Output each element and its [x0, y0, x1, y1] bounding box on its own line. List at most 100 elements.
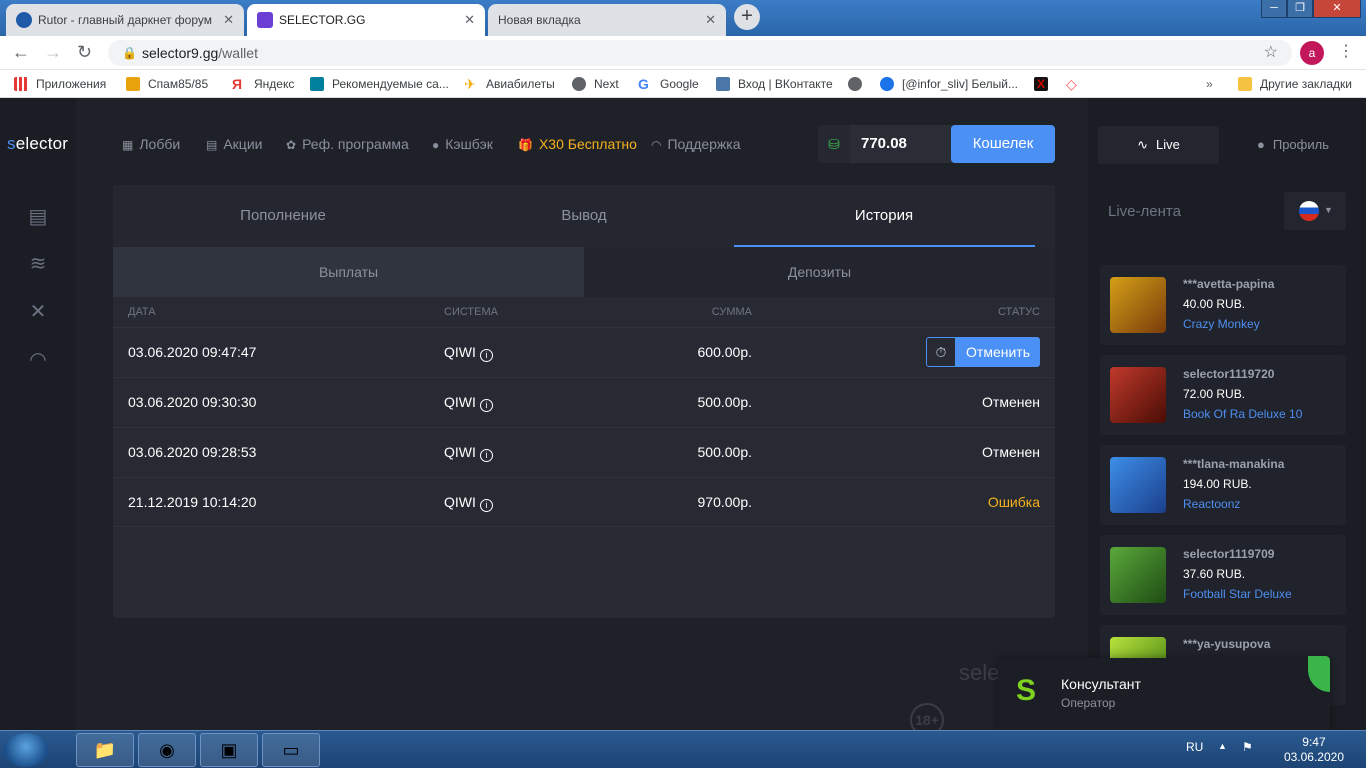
profile-button[interactable]: ● Профиль [1228, 126, 1358, 164]
back-arrow-icon[interactable]: ← [12, 42, 30, 63]
bing-icon [310, 77, 324, 91]
close-tab-icon[interactable]: ✕ [223, 12, 234, 28]
headset-icon[interactable]: ◠ [25, 347, 51, 373]
yandex-icon: Я [232, 76, 243, 92]
feed-item[interactable]: ***avetta-papina 40.00 RUB. Crazy Monkey [1100, 265, 1346, 345]
google-icon: G [638, 76, 649, 92]
table-header: Дата Система Сумма Статус [113, 297, 1055, 327]
user-icon: ● [1257, 137, 1265, 152]
info-icon[interactable]: i [479, 449, 493, 462]
bookmark-infor-sliv[interactable]: [@infor_sliv] Белый... [880, 70, 1018, 98]
windows-taskbar: 📁 ◉ ▣ ▭ RU ▲ ⚑ 9:47 03.06.2020 [0, 730, 1366, 768]
consultant-chat-widget[interactable]: S Консультант Оператор [998, 656, 1330, 730]
more-bookmarks-icon[interactable]: » [1206, 70, 1213, 98]
swords-icon[interactable]: ✕ [25, 299, 51, 325]
terminal-taskbar-icon[interactable]: ▣ [200, 733, 258, 767]
headset-icon: ◠ [651, 138, 662, 152]
chrome-taskbar-icon[interactable]: ◉ [138, 733, 196, 767]
feed-item[interactable]: selector1119709 37.60 RUB. Football Star… [1100, 535, 1346, 615]
info-icon[interactable]: i [479, 499, 493, 512]
address-toolbar: ← → ↻ 🔒 selector9.gg/wallet ☆ a ⋮ [0, 36, 1366, 70]
bookmark-globe[interactable] [848, 70, 870, 98]
row-status: Ошибка [987, 494, 1040, 510]
nav-promotions[interactable]: ▤ Акции [206, 136, 262, 152]
chat-logo-icon: S [1016, 674, 1037, 707]
x-icon: X [1034, 77, 1048, 91]
bookmark-apps[interactable]: Приложения [14, 70, 106, 98]
nav-referral[interactable]: ✿ Реф. программа [286, 136, 409, 152]
selector-favicon-icon [257, 12, 273, 28]
info-icon[interactable]: i [479, 349, 493, 362]
cancel-button[interactable]: Отменить [956, 337, 1040, 367]
bookmark-airbnb[interactable]: ◇ [1066, 70, 1088, 98]
game-link[interactable]: Football Star Deluxe [1183, 587, 1292, 601]
age-restriction-badge: 18+ [910, 703, 944, 730]
balance-display: ⛁ 770.08 [818, 125, 954, 163]
tab-deposit[interactable]: Пополнение [133, 185, 433, 247]
url-bar[interactable]: 🔒 selector9.gg/wallet ☆ [108, 40, 1292, 66]
clock[interactable]: 9:47 03.06.2020 [1284, 735, 1344, 765]
close-tab-icon[interactable]: ✕ [464, 12, 475, 28]
subtab-payouts[interactable]: Выплаты [113, 247, 584, 297]
nav-free-x30[interactable]: 🎁 Х30 Бесплатно [518, 136, 637, 152]
maximize-button[interactable]: ❐ [1287, 0, 1313, 18]
bookmark-google[interactable]: G Google [638, 70, 699, 98]
game-thumbnail [1110, 547, 1166, 603]
feed-item[interactable]: ***tlana-manakina 194.00 RUB. Reactoonz [1100, 445, 1346, 525]
explorer-taskbar-icon[interactable]: 📁 [76, 733, 134, 767]
close-tab-icon[interactable]: ✕ [705, 12, 716, 28]
game-link[interactable]: Crazy Monkey [1183, 317, 1260, 331]
bookmark-star-icon[interactable]: ☆ [1264, 40, 1278, 66]
network-icon[interactable]: ⚑ [1242, 740, 1253, 754]
game-link[interactable]: Reactoonz [1183, 497, 1240, 511]
feed-item[interactable]: selector1119720 72.00 RUB. Book Of Ra De… [1100, 355, 1346, 435]
notepad-taskbar-icon[interactable]: ▭ [262, 733, 320, 767]
nav-support[interactable]: ◠ Поддержка [651, 136, 741, 152]
bookmark-x[interactable]: X [1034, 70, 1056, 98]
forward-arrow-icon[interactable]: → [44, 42, 62, 63]
bookmarks-bar: Приложения Спам85/85 Я Яндекс Рекомендуем… [0, 70, 1366, 98]
reload-icon[interactable]: ↻ [77, 42, 92, 63]
row-date: 03.06.2020 09:30:30 [128, 394, 257, 410]
bookmark-next[interactable]: Next [572, 70, 619, 98]
slots-icon[interactable]: ▤ [25, 204, 51, 230]
live-button[interactable]: ∿ Live [1098, 126, 1219, 164]
menu-dots-icon[interactable]: ⋮ [1338, 41, 1354, 61]
wallet-button[interactable]: Кошелек [951, 125, 1055, 163]
game-thumbnail [1110, 367, 1166, 423]
tab-history[interactable]: История [734, 185, 1034, 247]
start-button[interactable] [4, 733, 48, 767]
nav-cashback[interactable]: ● Кэшбэк [432, 136, 493, 152]
info-icon[interactable]: i [479, 399, 493, 412]
language-indicator[interactable]: RU [1186, 740, 1203, 754]
bookmark-yandex[interactable]: Я Яндекс [232, 70, 294, 98]
bookmark-spam[interactable]: Спам85/85 [126, 70, 208, 98]
bookmark-aviatickets[interactable]: ✈ Авиабилеты [464, 70, 555, 98]
other-bookmarks[interactable]: Другие закладки [1238, 70, 1352, 98]
nav-lobby[interactable]: ▦ Лобби [122, 136, 180, 152]
tray-expand-icon[interactable]: ▲ [1218, 741, 1227, 751]
coins-icon[interactable]: ≋ [25, 251, 51, 277]
browser-tab-bar: Rutor - главный даркнет форум ✕ SELECTOR… [0, 0, 1366, 36]
browser-tab-new[interactable]: Новая вкладка ✕ [488, 4, 726, 36]
site-logo[interactable]: selector [7, 134, 68, 154]
new-tab-button[interactable]: + [734, 4, 760, 30]
language-selector[interactable]: ▼ [1284, 192, 1346, 230]
tab-withdraw[interactable]: Вывод [434, 185, 734, 247]
game-link[interactable]: Book Of Ra Deluxe 10 [1183, 407, 1302, 421]
referral-icon: ✿ [286, 138, 297, 152]
minimize-button[interactable]: ─ [1261, 0, 1287, 18]
left-sidebar: selector ▤ ≋ ✕ ◠ [0, 98, 76, 730]
browser-tab-selector[interactable]: SELECTOR.GG ✕ [247, 4, 485, 36]
close-window-button[interactable]: ✕ [1313, 0, 1361, 18]
bookmark-vk[interactable]: Вход | ВКонтакте [716, 70, 833, 98]
browser-tab-rutor[interactable]: Rutor - главный даркнет форум ✕ [6, 4, 244, 36]
apps-grid-icon [14, 77, 28, 91]
lock-icon: 🔒 [122, 46, 137, 60]
bookmark-recommended[interactable]: Рекомендуемые са... [310, 70, 449, 98]
lobby-icon: ▦ [122, 138, 134, 152]
profile-avatar[interactable]: a [1300, 41, 1324, 65]
live-feed-title: Live-лента [1108, 203, 1181, 220]
subtab-deposits[interactable]: Депозиты [584, 247, 1055, 297]
row-amount: 970.00р. [697, 494, 753, 510]
